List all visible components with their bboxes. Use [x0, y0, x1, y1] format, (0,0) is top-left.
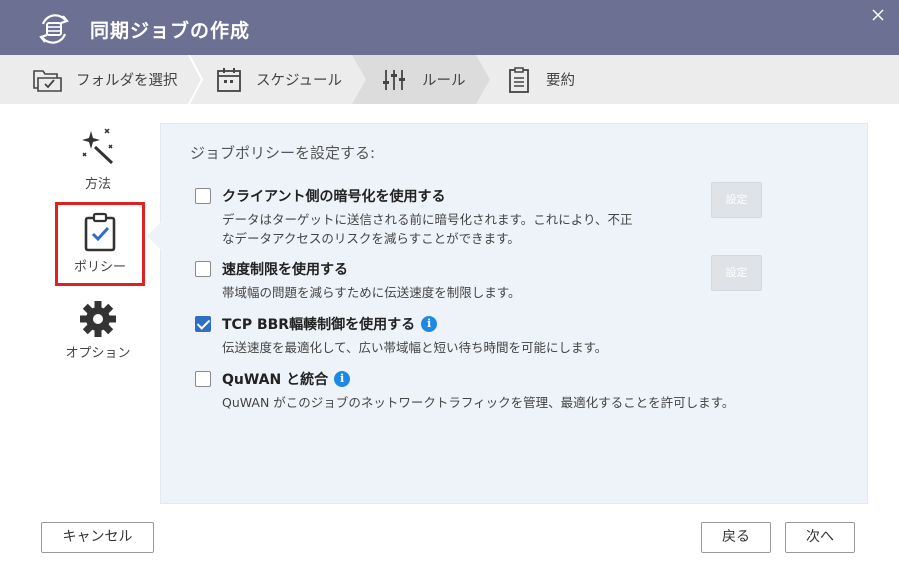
sidebar-item-label: 方法	[84, 177, 111, 192]
sliders-icon	[383, 69, 405, 90]
next-button[interactable]: 次へ	[785, 522, 855, 553]
sidebar-item-method[interactable]: 方法	[58, 125, 138, 192]
option-description: 伝送速度を最適化して、広い帯域幅と短い待ち時間を可能にします。	[222, 338, 607, 357]
description-line: データはターゲットに送信される前に暗号化されます。これにより、不正	[222, 212, 633, 227]
step-rules[interactable]: ルール	[382, 55, 466, 104]
option-title: TCP BBR輻輳制御を使用する i	[222, 314, 438, 334]
description-line: なデータアクセスのリスクを減らすことができます。	[222, 231, 520, 246]
option-title-text: TCP BBR輻輳制御を使用する	[222, 317, 416, 333]
option-description: 帯域幅の問題を減らすために伝送速度を制限します。	[222, 283, 521, 302]
info-icon[interactable]: i	[421, 316, 438, 332]
client-encryption-checkbox[interactable]	[195, 188, 211, 204]
quwan-checkbox[interactable]	[195, 371, 211, 387]
folder-check-icon	[33, 69, 62, 92]
speed-limit-checkbox[interactable]	[195, 261, 211, 277]
encryption-settings-button[interactable]: 設定	[711, 182, 762, 218]
option-title: 速度制限を使用する	[222, 262, 348, 278]
sidebar-item-label: オプション	[65, 346, 131, 361]
sidebar-item-label: ポリシー	[73, 260, 126, 275]
close-icon[interactable]	[869, 6, 887, 24]
calendar-icon	[217, 67, 241, 92]
cancel-button[interactable]: キャンセル	[41, 522, 154, 553]
wizard-steps: フォルダを選択 スケジュール ルール 要約	[0, 55, 899, 104]
step-label: ルール	[422, 73, 466, 89]
step-schedule[interactable]: スケジュール	[216, 55, 342, 104]
speed-limit-settings-button[interactable]: 設定	[711, 255, 762, 291]
tcp-bbr-checkbox[interactable]	[195, 316, 211, 332]
sidebar-item-policy[interactable]: ポリシー	[58, 212, 142, 275]
panel-pointer	[147, 222, 161, 250]
magic-wand-icon	[82, 128, 114, 165]
option-description: データはターゲットに送信される前に暗号化されます。これにより、不正 なデータアク…	[222, 210, 633, 248]
option-description: QuWAN がこのジョブのネットワークトラフィックを管理、最適化することを許可し…	[222, 393, 734, 412]
sync-job-icon	[39, 14, 69, 44]
description-line: 伝送速度を最適化して、広い帯域幅と短い待ち時間を可能にします。	[222, 340, 608, 355]
chevron-right-icon	[188, 55, 204, 104]
clipboard-check-icon	[84, 212, 116, 252]
title-bar: 同期ジョブの作成	[0, 0, 899, 55]
sidebar-item-options[interactable]: オプション	[58, 300, 138, 361]
option-title-text: QuWAN と統合	[222, 372, 329, 388]
step-summary[interactable]: 要約	[508, 55, 575, 104]
step-select-folder[interactable]: フォルダを選択	[32, 55, 178, 104]
step-label: スケジュール	[256, 73, 342, 89]
gear-icon	[80, 301, 116, 337]
step-label: フォルダを選択	[76, 73, 178, 89]
info-icon[interactable]: i	[334, 371, 351, 387]
clipboard-list-icon	[509, 66, 529, 93]
description-line: QuWAN がこのジョブのネットワークトラフィックを管理、最適化することを許可し…	[222, 395, 735, 410]
step-label: 要約	[546, 73, 575, 89]
back-button[interactable]: 戻る	[701, 522, 771, 553]
window-title: 同期ジョブの作成	[90, 20, 251, 42]
option-title: クライアント側の暗号化を使用する	[222, 189, 446, 205]
option-title: QuWAN と統合 i	[222, 369, 351, 389]
panel-heading: ジョブポリシーを設定する:	[190, 144, 376, 162]
description-line: 帯域幅の問題を減らすために伝送速度を制限します。	[222, 285, 521, 300]
